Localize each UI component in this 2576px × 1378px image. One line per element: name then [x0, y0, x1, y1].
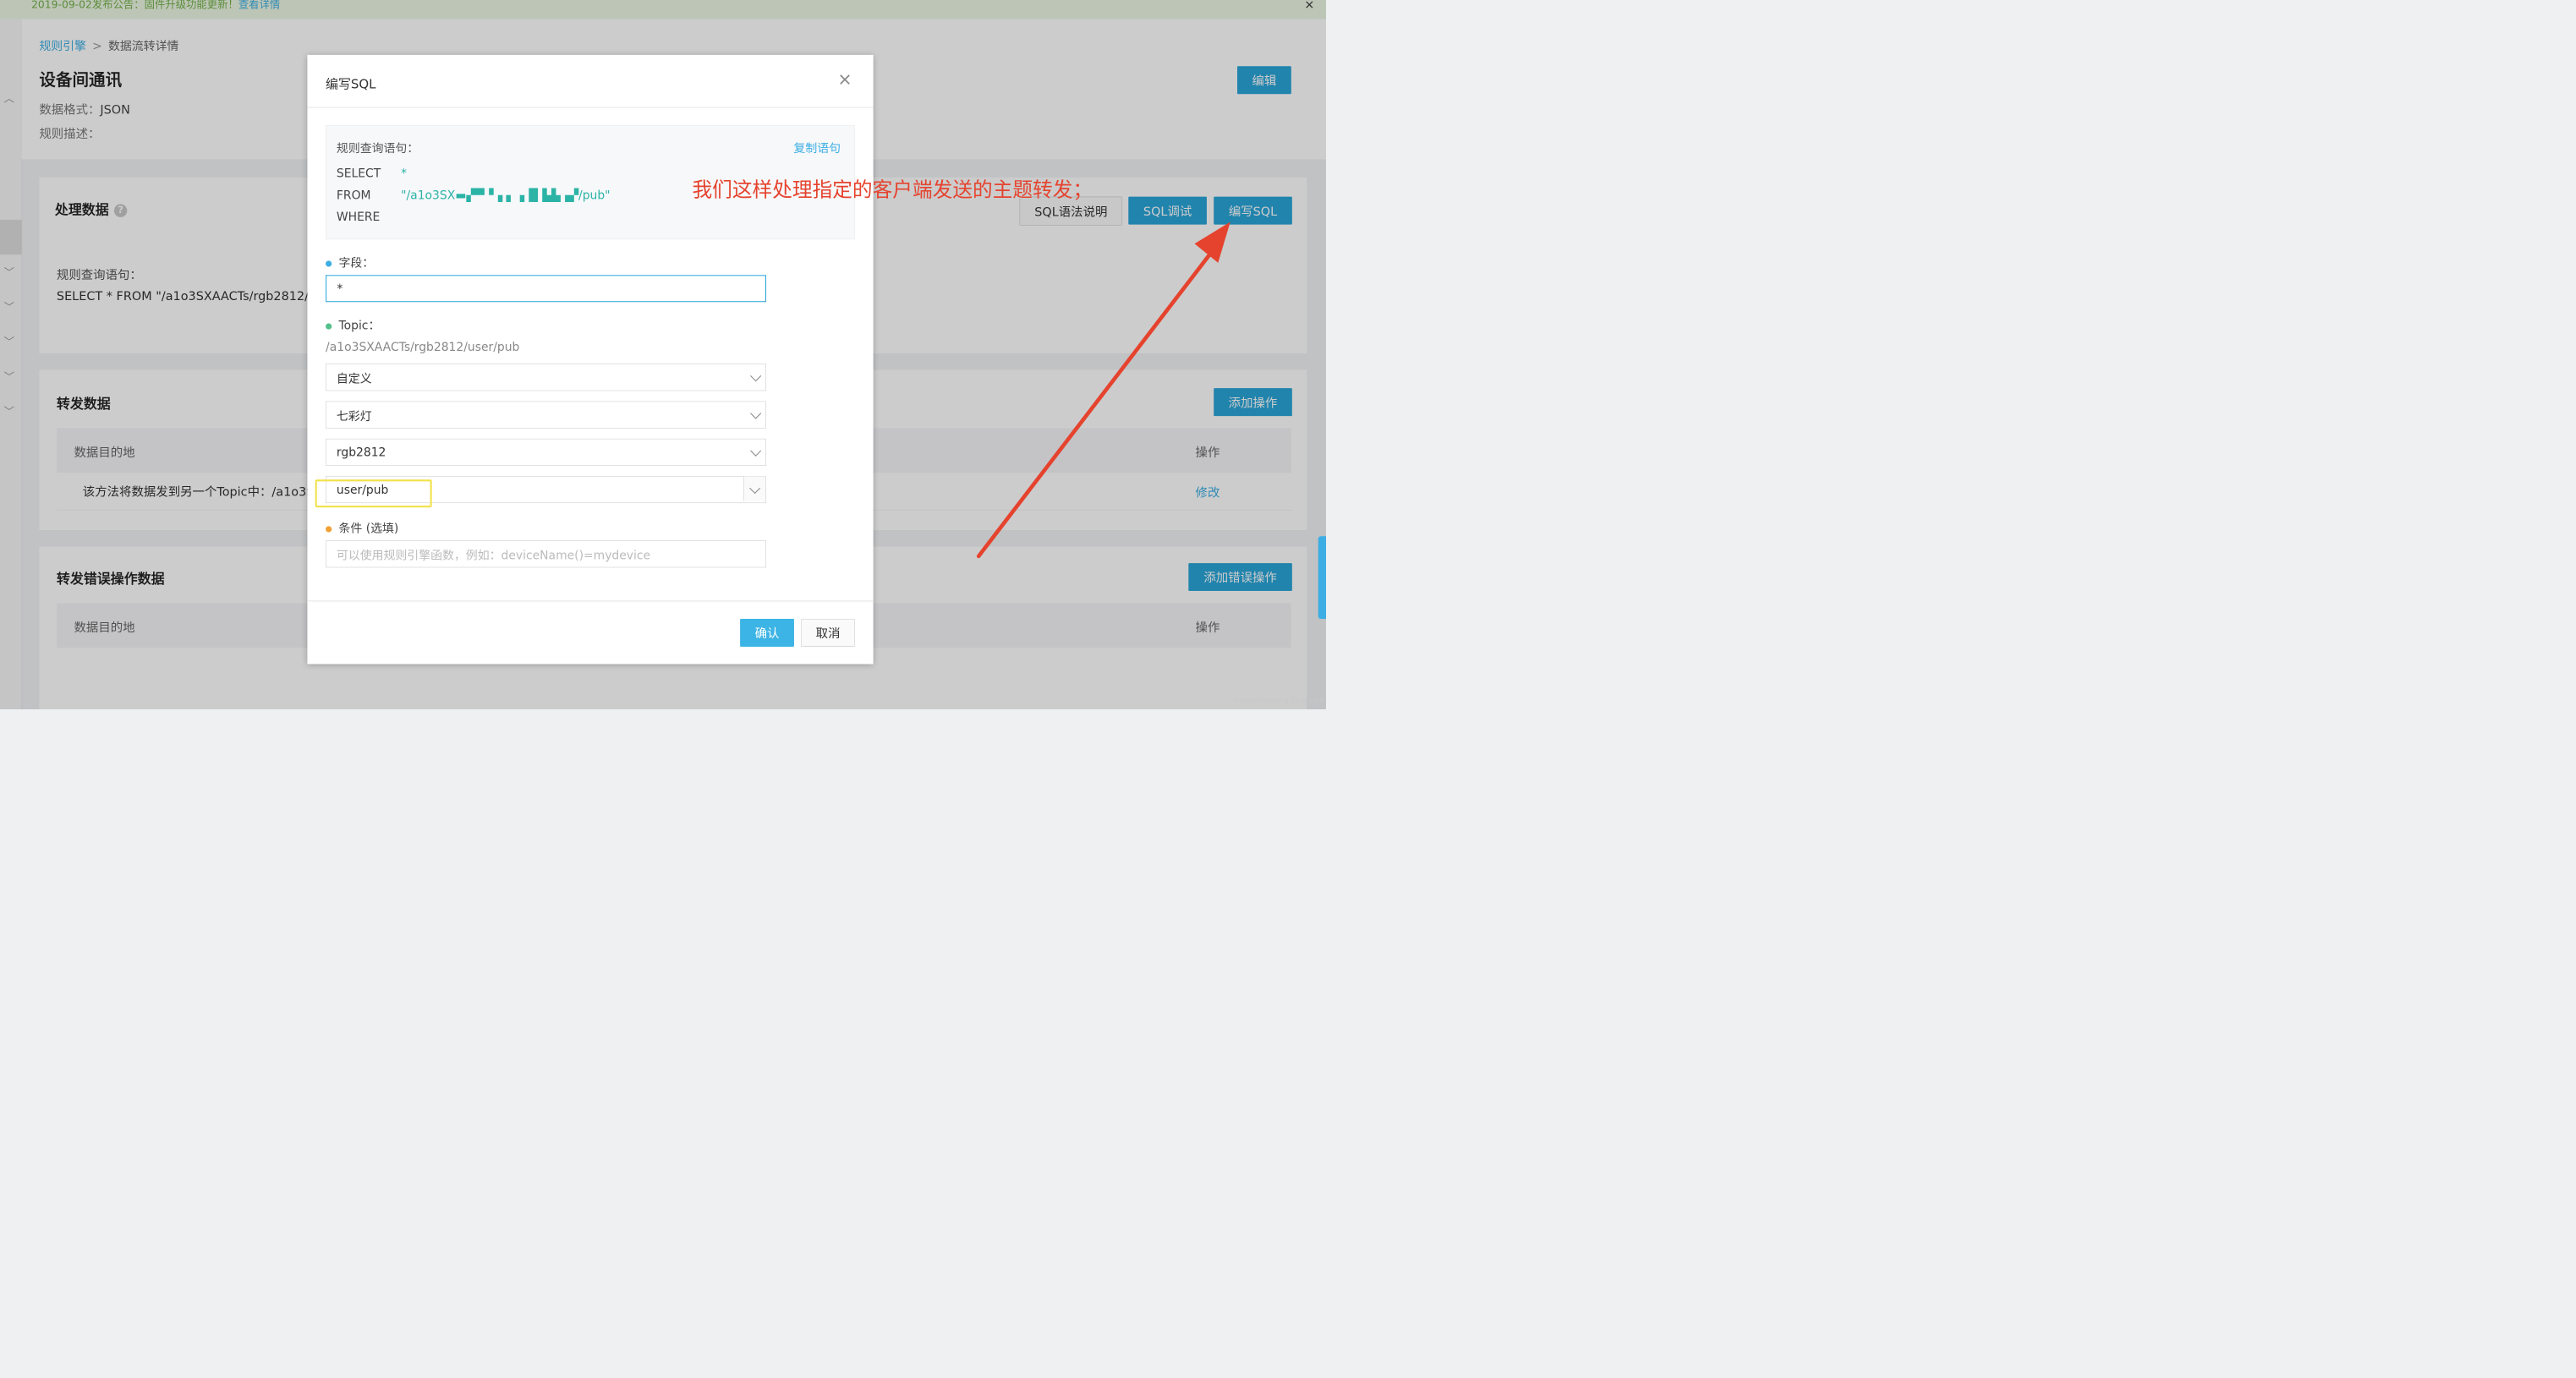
arrow-shaft: [978, 248, 1214, 555]
watermark: https://xuhong.blog.csdn.net: [1235, 697, 1326, 705]
annotation-arrow: [0, 0, 1326, 709]
page-root: 2019-09-02发布公告：固件升级功能更新！查看详情 × ︿ ﹀ ﹀ ﹀ ﹀…: [0, 0, 1326, 709]
side-feedback-tab[interactable]: [1318, 536, 1326, 619]
arrow-head: [1195, 222, 1230, 263]
